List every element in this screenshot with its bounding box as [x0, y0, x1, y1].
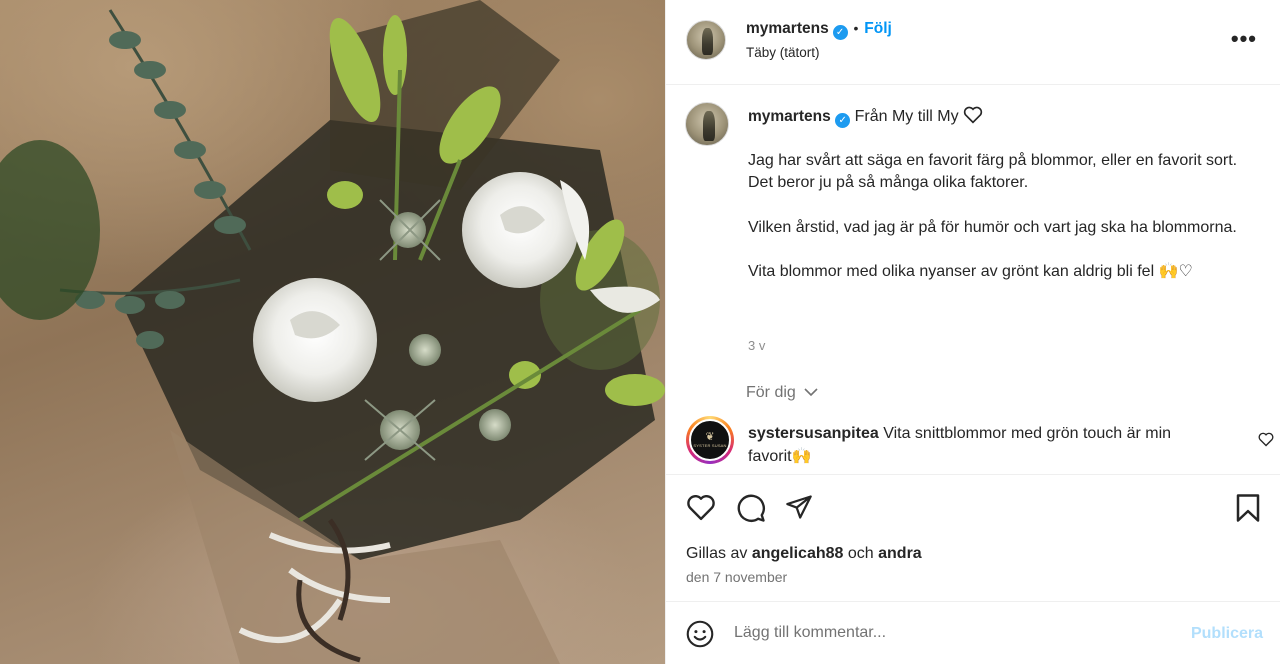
emoji-icon[interactable]: [686, 620, 714, 648]
author-username[interactable]: mymartens: [746, 20, 829, 37]
post-location[interactable]: Täby (tätort): [746, 45, 820, 60]
bookmark-icon[interactable]: [1235, 493, 1261, 523]
commenter-logo-text: SYSTER SUSAN: [693, 443, 727, 448]
heart-icon[interactable]: [686, 493, 716, 521]
author-avatar[interactable]: [686, 20, 726, 60]
liker-username[interactable]: angelicah88: [752, 545, 844, 562]
caption-paragraph: Vita blommor med olika nyanser av grönt …: [748, 263, 1193, 281]
post-date[interactable]: den 7 november: [686, 569, 787, 585]
caption-body: Jag har svårt att säga en favorit färg p…: [748, 150, 1258, 306]
bouquet-illustration: [0, 0, 665, 664]
likes-prefix: Gillas av: [686, 545, 748, 562]
likes-others-link[interactable]: andra: [878, 545, 922, 562]
post-sidebar: mymartens ✓ • Följ Täby (tätort) ••• mym…: [665, 0, 1280, 664]
publish-button[interactable]: Publicera: [1191, 625, 1263, 643]
comment-item: ❦ SYSTER SUSAN systersusanpitea Vita sni…: [686, 416, 1274, 472]
post-image[interactable]: [0, 0, 665, 664]
post-dialog: mymartens ✓ • Följ Täby (tätort) ••• mym…: [0, 0, 1280, 664]
comment-input[interactable]: [734, 620, 1174, 646]
comment-composer: Publicera: [666, 601, 1280, 664]
likes-conjunction: och: [847, 545, 874, 562]
comment-filter[interactable]: För dig: [746, 384, 818, 402]
comment-filter-label: För dig: [746, 384, 796, 401]
verified-badge-icon: ✓: [832, 25, 848, 40]
caption-username[interactable]: mymartens: [748, 108, 831, 125]
post-actions: Gillas av angelicah88 och andra den 7 no…: [666, 474, 1280, 601]
separator-dot: •: [853, 20, 859, 36]
caption-paragraph: Vilken årstid, vad jag är på för humör o…: [748, 218, 1237, 236]
commenter-username[interactable]: systersusanpitea: [748, 425, 879, 442]
caption-avatar[interactable]: [685, 102, 729, 146]
follow-button[interactable]: Följ: [864, 20, 892, 37]
caption-header: mymartens ✓ Från My till My: [748, 106, 983, 128]
post-header: mymartens ✓ • Följ Täby (tätort) •••: [666, 0, 1280, 85]
comment-icon[interactable]: [736, 493, 766, 523]
share-icon[interactable]: [785, 493, 813, 521]
caption-title: Från My till My: [854, 108, 959, 125]
likes-summary: Gillas av angelicah88 och andra: [686, 545, 922, 563]
comment-text: systersusanpitea Vita snittblommor med g…: [748, 422, 1218, 468]
author-line: mymartens ✓ • Följ: [746, 20, 892, 40]
verified-badge-icon: ✓: [835, 113, 851, 128]
more-options-icon[interactable]: •••: [1231, 28, 1257, 50]
chevron-down-icon: [804, 388, 818, 397]
caption-timestamp[interactable]: 3 v: [748, 338, 765, 353]
commenter-logo-icon: ❦: [705, 431, 715, 443]
caption-paragraph: Jag har svårt att säga en favorit färg p…: [748, 152, 1238, 192]
commenter-avatar[interactable]: ❦ SYSTER SUSAN: [686, 416, 734, 464]
comment-like-heart-icon[interactable]: [1258, 432, 1274, 447]
heart-outline-emoji-icon: [963, 106, 983, 124]
